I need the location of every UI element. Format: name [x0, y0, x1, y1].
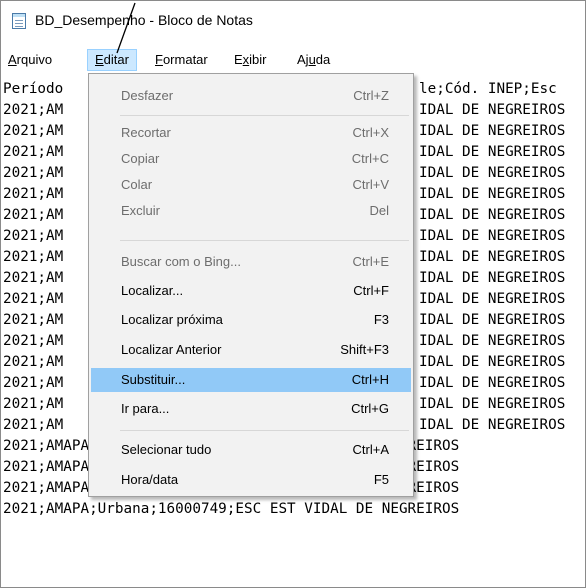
text-line: Período	[3, 81, 64, 97]
menu-item-label: Substituir...	[121, 372, 186, 387]
menu-item-label: Localizar Anterior	[121, 342, 222, 357]
menu-item-label: Hora/data	[121, 472, 179, 487]
menu-item-selecionar-tudo[interactable]: Selecionar tudo Ctrl+A	[91, 438, 411, 462]
menu-arquivo[interactable]: Arquivo	[1, 49, 59, 71]
menu-item-label: Selecionar tudo	[121, 442, 212, 457]
menu-separator	[120, 115, 409, 116]
text-line-right: IDAL DE NEGREIROS	[419, 396, 566, 412]
menu-item-hora-data[interactable]: Hora/data F5	[91, 468, 411, 492]
menu-exibir-pre: E	[234, 52, 243, 67]
title-bar[interactable]: BD_Desempenho - Bloco de Notas	[1, 1, 585, 39]
notepad-window: BD_Desempenho - Bloco de Notas Arquivo E…	[0, 0, 586, 588]
menu-ajuda-pre: Aj	[297, 52, 309, 67]
text-line: 2021;AM	[3, 417, 64, 433]
menu-item-shortcut: Shift+F3	[340, 342, 389, 357]
menu-bar: Arquivo Editar Formatar Exibir Ajuda	[1, 49, 585, 71]
text-line-right: IDAL DE NEGREIROS	[419, 375, 566, 391]
menu-item-ir-para[interactable]: Ir para... Ctrl+G	[91, 397, 411, 421]
text-line-right: IDAL DE NEGREIROS	[419, 333, 566, 349]
menu-item-shortcut: Ctrl+C	[351, 151, 389, 166]
text-line-right: IDAL DE NEGREIROS	[419, 417, 566, 433]
menu-ajuda-rest: da	[315, 52, 331, 67]
menu-item-desfazer[interactable]: Desfazer Ctrl+Z	[91, 84, 411, 108]
menu-item-shortcut: Ctrl+H	[351, 372, 389, 387]
menu-item-shortcut: Ctrl+G	[351, 401, 389, 416]
text-line-right: IDAL DE NEGREIROS	[419, 249, 566, 265]
menu-item-localizar-anterior[interactable]: Localizar Anterior Shift+F3	[91, 338, 411, 362]
text-line-right: IDAL DE NEGREIROS	[419, 186, 566, 202]
menu-exibir-rest: ibir	[249, 52, 267, 67]
menu-exibir[interactable]: Exibir	[227, 49, 274, 71]
notepad-icon	[12, 13, 26, 29]
text-line-right: IDAL DE NEGREIROS	[419, 270, 566, 286]
text-line-right: le;Cód. INEP;Esc	[419, 81, 557, 97]
menu-item-label: Colar	[121, 177, 153, 192]
text-line: 2021;AM	[3, 102, 64, 118]
text-line: 2021;AMAPA;Urbana;16000749;ESC EST VIDAL…	[3, 501, 460, 517]
menu-item-shortcut: Ctrl+E	[352, 254, 389, 269]
menu-item-shortcut: F5	[373, 472, 389, 487]
menu-item-shortcut: Ctrl+Z	[353, 88, 389, 103]
text-line: 2021;AM	[3, 333, 64, 349]
menu-arquivo-mnemonic: A	[8, 52, 17, 67]
menu-item-label: Buscar com o Bing...	[121, 254, 241, 269]
text-line-right: IDAL DE NEGREIROS	[419, 291, 566, 307]
menu-item-label: Localizar...	[121, 283, 184, 298]
text-line: 2021;AM	[3, 207, 64, 223]
menu-item-label: Desfazer	[121, 88, 174, 103]
text-line-right: IDAL DE NEGREIROS	[419, 312, 566, 328]
menu-formatar-mnemonic: F	[155, 52, 163, 67]
menu-item-shortcut: Ctrl+V	[352, 177, 389, 192]
text-line: 2021;AM	[3, 396, 64, 412]
menu-item-label: Localizar próxima	[121, 312, 223, 327]
menu-editar[interactable]: Editar	[87, 49, 137, 71]
text-line-right: IDAL DE NEGREIROS	[419, 228, 566, 244]
edit-menu-dropdown: Desfazer Ctrl+Z Recortar Ctrl+X Copiar Ctrl…	[88, 73, 414, 497]
menu-item-shortcut: Ctrl+F	[353, 283, 389, 298]
menu-item-shortcut: Ctrl+A	[352, 442, 389, 457]
menu-item-colar[interactable]: Colar Ctrl+V	[91, 173, 411, 197]
text-line-right: IDAL DE NEGREIROS	[419, 123, 566, 139]
menu-item-excluir[interactable]: Excluir Del	[91, 199, 411, 223]
menu-item-label: Recortar	[121, 125, 171, 140]
menu-item-label: Copiar	[121, 151, 160, 166]
menu-item-localizar[interactable]: Localizar... Ctrl+F	[91, 279, 411, 303]
text-line: 2021;AM	[3, 354, 64, 370]
menu-item-localizar-proxima[interactable]: Localizar próxima F3	[91, 308, 411, 332]
menu-separator	[120, 430, 409, 431]
menu-item-label: Ir para...	[121, 401, 170, 416]
text-line: 2021;AM	[3, 144, 64, 160]
menu-ajuda[interactable]: Ajuda	[290, 49, 337, 71]
window-title: BD_Desempenho - Bloco de Notas	[35, 12, 253, 28]
text-line-right: IDAL DE NEGREIROS	[419, 207, 566, 223]
menu-item-shortcut: F3	[373, 312, 389, 327]
text-line: 2021;AM	[3, 165, 64, 181]
text-line: 2021;AM	[3, 228, 64, 244]
menu-formatar[interactable]: Formatar	[148, 49, 215, 71]
text-line: 2021;AM	[3, 312, 64, 328]
text-line-right: IDAL DE NEGREIROS	[419, 165, 566, 181]
text-line: 2021;AM	[3, 291, 64, 307]
menu-item-label: Excluir	[121, 203, 161, 218]
text-line: 2021;AM	[3, 123, 64, 139]
text-line-right: IDAL DE NEGREIROS	[419, 354, 566, 370]
menu-item-buscar-bing[interactable]: Buscar com o Bing... Ctrl+E	[91, 250, 411, 274]
menu-item-recortar[interactable]: Recortar Ctrl+X	[91, 121, 411, 145]
text-line: 2021;AM	[3, 249, 64, 265]
menu-editar-rest: ditar	[103, 52, 129, 67]
menu-item-shortcut: Del	[369, 203, 389, 218]
text-line: 2021;AM	[3, 375, 64, 391]
menu-separator	[120, 240, 409, 241]
menu-item-substituir[interactable]: Substituir... Ctrl+H	[91, 368, 411, 392]
text-line: 2021;AM	[3, 186, 64, 202]
menu-formatar-rest: ormatar	[162, 52, 208, 67]
menu-arquivo-rest: rquivo	[16, 52, 53, 67]
text-line-right: IDAL DE NEGREIROS	[419, 144, 566, 160]
menu-editar-mnemonic: E	[95, 52, 104, 67]
menu-item-shortcut: Ctrl+X	[352, 125, 389, 140]
menu-ajuda-mnemonic: u	[308, 52, 316, 67]
text-line: 2021;AM	[3, 270, 64, 286]
text-line-right: IDAL DE NEGREIROS	[419, 102, 566, 118]
menu-item-copiar[interactable]: Copiar Ctrl+C	[91, 147, 411, 171]
